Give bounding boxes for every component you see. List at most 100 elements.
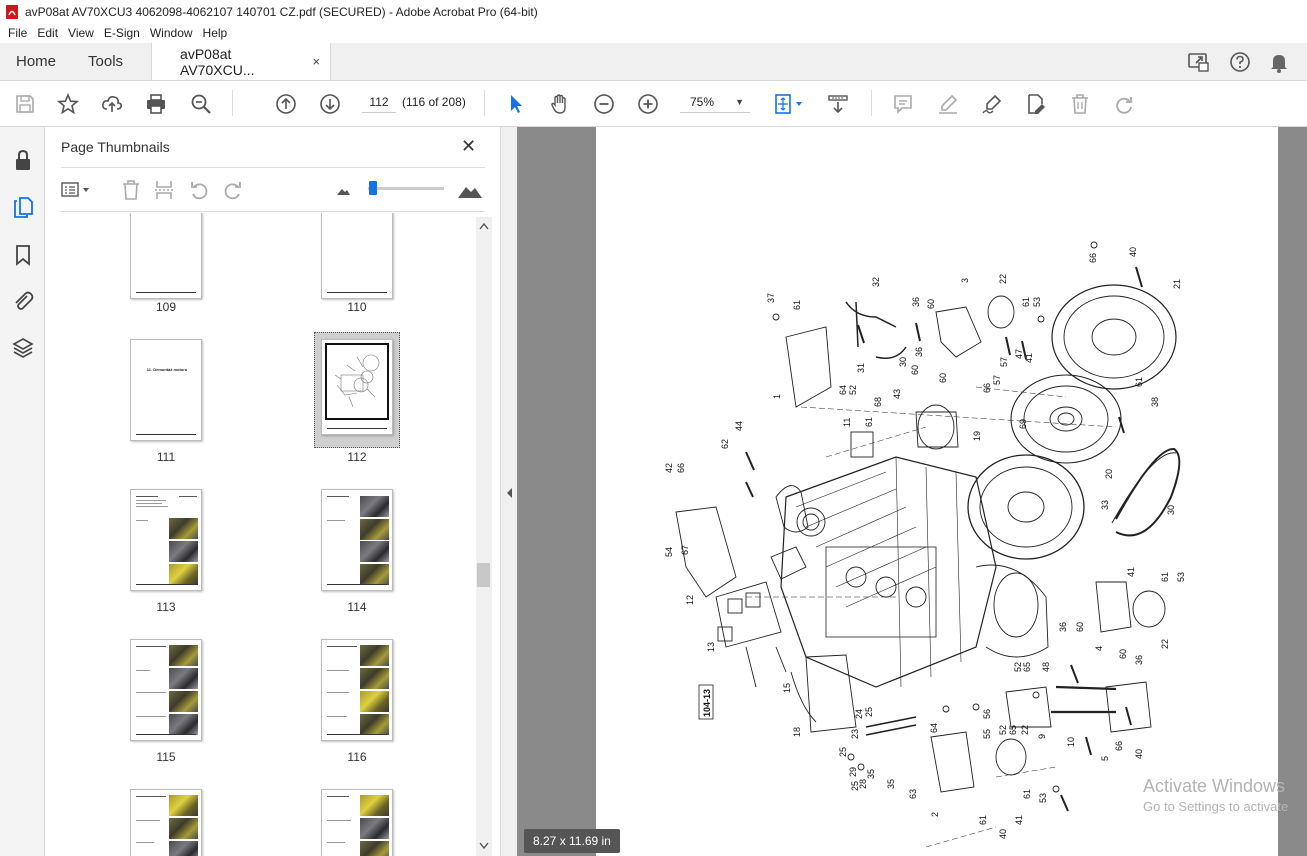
thumbnail-size-slider[interactable] <box>368 187 444 190</box>
edit-pdf-icon[interactable] <box>1024 92 1048 116</box>
menu-view[interactable]: View <box>68 26 94 40</box>
page-up-icon[interactable] <box>274 92 298 116</box>
svg-text:56: 56 <box>982 709 992 719</box>
rotate-right-icon[interactable] <box>222 179 244 201</box>
thumbnail-label: 116 <box>347 750 367 764</box>
svg-text:61: 61 <box>864 417 874 427</box>
extract-page-icon[interactable] <box>153 179 175 201</box>
sign-icon[interactable] <box>980 92 1004 116</box>
thumbnail-page[interactable] <box>321 639 393 741</box>
tab-document[interactable]: avP08at AV70XCU... × <box>151 43 332 80</box>
thumbnail-label: 110 <box>347 300 367 314</box>
select-cursor-icon[interactable] <box>504 92 528 116</box>
svg-text:57: 57 <box>999 357 1009 367</box>
thumbnail-page[interactable] <box>130 213 202 299</box>
attachment-icon[interactable] <box>11 289 35 313</box>
thumbnail-page-selected[interactable] <box>321 339 393 435</box>
scrollbar-thumb[interactable] <box>477 563 490 587</box>
svg-text:54: 54 <box>664 547 674 557</box>
svg-text:21: 21 <box>1172 279 1182 289</box>
thumbnail-page[interactable] <box>130 639 202 741</box>
redo-icon[interactable] <box>1112 92 1136 116</box>
zoom-level-select[interactable]: 75% ▼ <box>680 91 750 113</box>
svg-text:31: 31 <box>856 363 866 373</box>
rotate-left-icon[interactable] <box>188 179 210 201</box>
upload-icon[interactable] <box>100 92 124 116</box>
svg-text:3: 3 <box>960 278 970 283</box>
thumbnail-page[interactable] <box>130 789 202 856</box>
menu-file[interactable]: File <box>8 26 27 40</box>
svg-text:52: 52 <box>1013 662 1023 672</box>
thumbnail-page[interactable] <box>321 789 393 856</box>
header-actions <box>1187 43 1307 80</box>
page-down-icon[interactable] <box>318 92 342 116</box>
svg-text:18: 18 <box>792 727 802 737</box>
thumbnail-page[interactable]: 11. Demontáž motoru <box>130 339 202 441</box>
tab-tools[interactable]: Tools <box>72 43 139 80</box>
star-icon[interactable] <box>56 92 80 116</box>
share-screen-icon[interactable] <box>1187 51 1211 73</box>
zoom-value: 75% <box>690 95 715 109</box>
svg-text:15: 15 <box>782 683 792 693</box>
svg-text:5: 5 <box>1100 756 1110 761</box>
print-icon[interactable] <box>144 92 168 116</box>
thumbnail-page[interactable] <box>321 213 393 299</box>
hand-icon[interactable] <box>548 92 572 116</box>
delete-icon[interactable] <box>1068 92 1092 116</box>
navigation-rail <box>0 127 45 856</box>
thumbnail-page[interactable] <box>321 489 393 591</box>
panel-title: Page Thumbnails <box>61 139 170 155</box>
thumbnail-label: 111 <box>156 450 176 464</box>
scroll-mode-icon[interactable] <box>826 92 850 116</box>
menu-window[interactable]: Window <box>150 26 193 40</box>
comment-icon[interactable] <box>891 92 915 116</box>
document-tab-label: avP08at AV70XCU... <box>180 45 255 78</box>
thumbnail-page[interactable] <box>130 489 202 591</box>
svg-text:20: 20 <box>1104 469 1114 479</box>
menu-esign[interactable]: E-Sign <box>104 26 140 40</box>
slider-handle[interactable] <box>369 181 377 195</box>
svg-text:4: 4 <box>1094 646 1104 651</box>
zoom-out-icon[interactable] <box>592 92 616 116</box>
panel-splitter[interactable] <box>500 127 517 856</box>
svg-text:61: 61 <box>978 815 988 825</box>
engine-diagram-mini <box>334 354 380 408</box>
page-thumbnails-icon[interactable] <box>11 195 35 219</box>
collapse-panel-icon[interactable] <box>505 487 513 499</box>
thumbnail-scrollbar[interactable] <box>476 217 492 856</box>
svg-text:19: 19 <box>972 431 982 441</box>
scroll-down-icon[interactable] <box>479 842 489 850</box>
thumbnail-options-icon[interactable] <box>61 179 93 201</box>
layers-icon[interactable] <box>11 336 35 360</box>
save-icon[interactable] <box>13 92 37 116</box>
close-tab-icon[interactable]: × <box>312 54 320 69</box>
close-panel-icon[interactable]: ✕ <box>461 136 476 157</box>
tab-home[interactable]: Home <box>0 43 72 80</box>
zoom-in-icon[interactable] <box>636 92 660 116</box>
bookmark-icon[interactable] <box>11 243 35 267</box>
svg-text:25: 25 <box>864 707 874 717</box>
help-icon[interactable] <box>1229 51 1251 73</box>
zoom-search-icon[interactable] <box>189 92 213 116</box>
activation-watermark: Activate Windows Go to Settings to activ… <box>1143 776 1288 814</box>
scroll-up-icon[interactable] <box>479 222 489 230</box>
menu-edit[interactable]: Edit <box>37 26 58 40</box>
svg-text:66: 66 <box>982 383 992 393</box>
page-number-input[interactable]: 112 <box>362 91 396 113</box>
highlight-icon[interactable] <box>936 92 960 116</box>
fit-page-icon[interactable] <box>772 92 806 116</box>
thumbnails-panel: Page Thumbnails ✕ 109 110 11. Demontáž m… <box>45 127 500 856</box>
small-thumbnails-icon[interactable] <box>335 179 351 201</box>
chevron-down-icon: ▼ <box>735 97 744 107</box>
delete-page-icon[interactable] <box>120 179 142 201</box>
menu-help[interactable]: Help <box>203 26 228 40</box>
notifications-bell-icon[interactable] <box>1269 51 1289 73</box>
document-viewer[interactable]: 66 40 21 37 61 32 36 60 3 22 61 53 41 57… <box>517 127 1307 856</box>
svg-text:22: 22 <box>1160 639 1170 649</box>
large-thumbnails-icon[interactable] <box>457 179 483 201</box>
svg-text:36: 36 <box>1058 622 1068 632</box>
lock-icon[interactable] <box>11 148 35 172</box>
svg-text:57: 57 <box>992 375 1002 385</box>
svg-text:61: 61 <box>792 300 802 310</box>
svg-text:63: 63 <box>908 789 918 799</box>
